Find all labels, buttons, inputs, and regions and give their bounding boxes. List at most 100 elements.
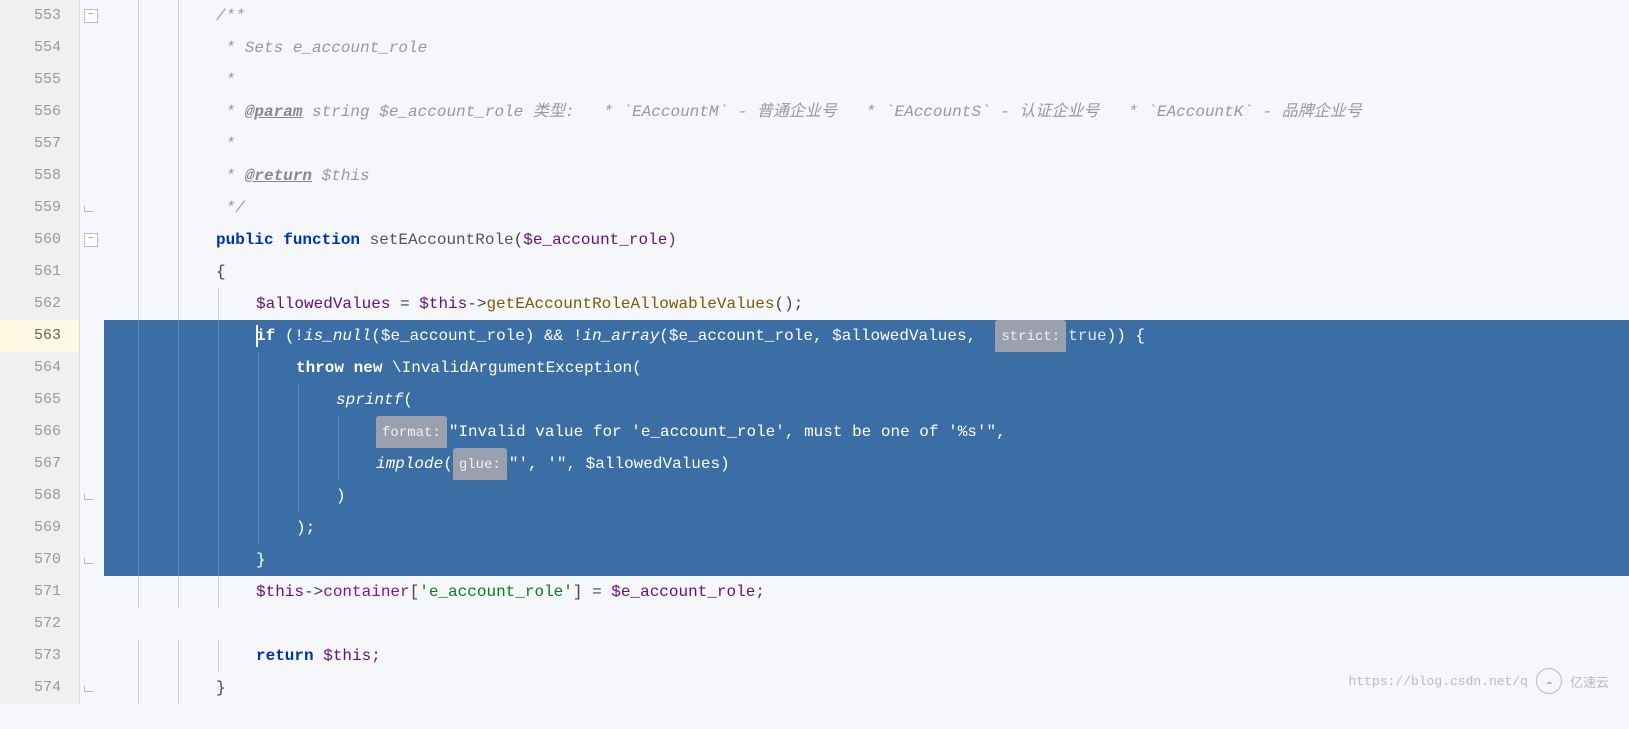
token-var: $this	[323, 647, 371, 665]
line-number[interactable]: 562	[0, 288, 79, 320]
token-punc: ) && !	[525, 327, 583, 345]
line-number[interactable]: 561	[0, 256, 79, 288]
line-number-gutter[interactable]: 5535545555565575585595605615625635645655…	[0, 0, 80, 704]
code-line[interactable]: {	[104, 256, 1629, 288]
code-editor[interactable]: 5535545555565575585595605615625635645655…	[0, 0, 1629, 704]
code-area[interactable]: /** * Sets e_account_role * * @param str…	[104, 0, 1629, 704]
token-var: $e_account_role	[523, 231, 667, 249]
line-number[interactable]: 568	[0, 480, 79, 512]
line-number[interactable]: 573	[0, 640, 79, 672]
token-punc: }	[256, 551, 266, 569]
token-punc: ;	[755, 583, 765, 601]
line-number[interactable]: 553	[0, 0, 79, 32]
token-comment: *	[216, 135, 235, 153]
code-line[interactable]: $allowedValues = $this->getEAccountRoleA…	[104, 288, 1629, 320]
code-line[interactable]: if (!is_null($e_account_role) && !in_arr…	[104, 320, 1629, 352]
line-number[interactable]: 558	[0, 160, 79, 192]
token-builtin: is_null	[304, 327, 371, 345]
line-number[interactable]: 565	[0, 384, 79, 416]
line-number[interactable]: 556	[0, 96, 79, 128]
watermark: https://blog.csdn.net/q ☁ 亿速云	[1349, 668, 1609, 694]
token-var: $allowedValues	[586, 455, 720, 473]
code-line[interactable]: sprintf(	[104, 384, 1629, 416]
token-punc: );	[296, 519, 315, 537]
token-string: 'e_account_role'	[419, 583, 573, 601]
code-line[interactable]	[104, 608, 1629, 640]
fold-column[interactable]: −−	[80, 0, 104, 704]
token-punc: (	[443, 455, 453, 473]
token-string: "', '"	[509, 455, 567, 473]
token-var: $this	[256, 583, 304, 601]
code-line[interactable]: format:"Invalid value for 'e_account_rol…	[104, 416, 1629, 448]
line-number[interactable]: 563	[0, 320, 79, 352]
token-punc: =	[390, 295, 419, 313]
token-punc: (	[403, 391, 413, 409]
line-number[interactable]: 554	[0, 32, 79, 64]
line-number[interactable]: 567	[0, 448, 79, 480]
token-punc: (	[659, 327, 669, 345]
fold-collapse-icon[interactable]: −	[84, 233, 98, 247]
token-punc: (	[371, 327, 381, 345]
code-line[interactable]: )	[104, 480, 1629, 512]
token-comment: *	[216, 103, 245, 121]
code-line[interactable]: implode(glue:"', '", $allowedValues)	[104, 448, 1629, 480]
line-number[interactable]: 560	[0, 224, 79, 256]
code-line[interactable]: * @return $this	[104, 160, 1629, 192]
line-number[interactable]: 564	[0, 352, 79, 384]
token-builtin: sprintf	[336, 391, 403, 409]
token-punc: ,	[813, 327, 832, 345]
fold-collapse-icon[interactable]: −	[84, 9, 98, 23]
token-builtin: in_array	[582, 327, 659, 345]
line-number[interactable]: 557	[0, 128, 79, 160]
line-number[interactable]: 571	[0, 576, 79, 608]
line-number[interactable]: 569	[0, 512, 79, 544]
token-punc: )	[336, 487, 346, 505]
code-line[interactable]: *	[104, 64, 1629, 96]
token-punc: ,	[566, 455, 585, 473]
token-bool: true	[1068, 327, 1106, 345]
token-var: $e_account_role	[669, 327, 813, 345]
token-punc: ,	[967, 327, 996, 345]
fold-end-icon	[84, 494, 94, 500]
code-line[interactable]: /**	[104, 0, 1629, 32]
token-doctag: @return	[245, 167, 312, 185]
line-number[interactable]: 572	[0, 608, 79, 640]
token-punc: (	[514, 231, 524, 249]
code-line[interactable]: $this->container['e_account_role'] = $e_…	[104, 576, 1629, 608]
token-punc: }	[216, 679, 226, 697]
token-punc: (!	[285, 327, 304, 345]
token-prop: container	[323, 583, 409, 601]
fold-end-icon	[84, 558, 94, 564]
code-line[interactable]: }	[104, 544, 1629, 576]
token-punc: ] =	[573, 583, 611, 601]
watermark-url: https://blog.csdn.net/q	[1349, 674, 1528, 689]
token-punc: )	[720, 455, 730, 473]
token-func: setEAccountRole	[370, 231, 514, 249]
parameter-hint: strict:	[995, 320, 1066, 354]
code-line[interactable]: */	[104, 192, 1629, 224]
token-comment: */	[216, 199, 245, 217]
token-punc: ,	[996, 423, 1006, 441]
token-var: $e_account_role	[381, 327, 525, 345]
fold-end-icon	[84, 206, 94, 212]
token-keyword: return	[256, 647, 323, 665]
line-number[interactable]: 555	[0, 64, 79, 96]
line-number[interactable]: 570	[0, 544, 79, 576]
token-var: $allowedValues	[256, 295, 390, 313]
code-line[interactable]: public function setEAccountRole($e_accou…	[104, 224, 1629, 256]
token-string: "Invalid value for 'e_account_role', mus…	[449, 423, 996, 441]
token-comment: /**	[216, 7, 245, 25]
line-number[interactable]: 566	[0, 416, 79, 448]
code-line[interactable]: * Sets e_account_role	[104, 32, 1629, 64]
token-comment: *	[216, 71, 235, 89]
parameter-hint: glue:	[453, 448, 507, 482]
line-number[interactable]: 574	[0, 672, 79, 704]
code-line[interactable]: );	[104, 512, 1629, 544]
code-line[interactable]: * @param string $e_account_role 类型: * `E…	[104, 96, 1629, 128]
line-number[interactable]: 559	[0, 192, 79, 224]
token-punc: ->	[304, 583, 323, 601]
token-punc: [	[410, 583, 420, 601]
code-line[interactable]: *	[104, 128, 1629, 160]
code-line[interactable]: throw new \InvalidArgumentException(	[104, 352, 1629, 384]
token-keyword: if	[256, 327, 285, 345]
